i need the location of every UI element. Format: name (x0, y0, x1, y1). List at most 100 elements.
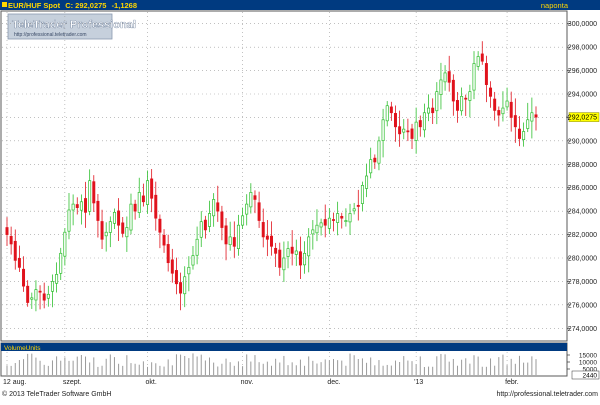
candle-body (46, 293, 50, 299)
y-axis: 300,0000298,0000296,0000294,0000292,0000… (566, 21, 600, 333)
candle-body (369, 159, 373, 174)
candle-body (389, 106, 393, 114)
y-tick-label: 296,0000 (568, 68, 597, 75)
candle-body (141, 195, 145, 203)
chart-window: EUR/HUF Spot C: 292,0275 -1,1268 naponta… (0, 0, 600, 400)
candle-body (278, 249, 282, 268)
candle-body (385, 105, 389, 122)
candle-body (203, 219, 207, 231)
header-symbol: EUR/HUF Spot (8, 1, 61, 10)
candle-body (356, 204, 360, 207)
candle-body (402, 128, 406, 133)
candle-body (447, 71, 451, 83)
candle-body (431, 107, 435, 114)
candle-body (253, 195, 257, 200)
candle-body (22, 268, 26, 287)
volume-panel-titlebar (1, 343, 567, 351)
y-tick-label: 278,0000 (568, 279, 597, 286)
candle-body (150, 178, 154, 199)
candle-body (9, 236, 13, 245)
candle-body (381, 119, 385, 141)
candle-body (410, 128, 414, 139)
candle-body (79, 201, 83, 211)
candle-body (13, 240, 17, 261)
candle-body (249, 192, 253, 208)
candle-body (63, 231, 67, 257)
candle-body (5, 227, 9, 235)
last-value-label: 292,0275 (568, 115, 597, 122)
candle-body (344, 220, 348, 223)
candle-body (443, 72, 447, 83)
candle-body (464, 97, 468, 100)
y-tick-label: 288,0000 (568, 162, 597, 169)
candle-body (50, 281, 54, 292)
candle-body (224, 225, 228, 245)
candle-body (489, 87, 493, 97)
candle-body (84, 198, 88, 213)
candle-body (493, 98, 497, 111)
candle-body (522, 131, 526, 140)
candle-body (75, 204, 79, 208)
candle-body (170, 259, 174, 274)
candle-body (183, 276, 187, 295)
candle-body (505, 100, 509, 108)
candle-body (100, 221, 104, 240)
y-tick-label: 282,0000 (568, 232, 597, 239)
candle-body (530, 112, 534, 122)
candle-body (121, 222, 125, 234)
candle-body (112, 211, 116, 224)
volume-last-label: 2440 (583, 373, 598, 380)
candle-body (166, 244, 170, 264)
candle-body (67, 209, 71, 232)
y-tick-label: 290,0000 (568, 138, 597, 145)
footer-copyright: © 2013 TeleTrader Software GmbH (2, 390, 111, 398)
header-square-icon (2, 2, 7, 7)
candle-body (245, 203, 249, 215)
candle-body (290, 246, 294, 254)
candle-body (257, 202, 261, 221)
candle-body (460, 95, 464, 112)
candle-body (517, 128, 521, 139)
candle-body (501, 107, 505, 115)
y-tick-label: 300,0000 (568, 21, 597, 28)
x-tick-label: febr. (505, 379, 519, 386)
candle-body (497, 110, 501, 116)
x-axis: 12 aug. szept. okt. nov. dec. '13 febr. (3, 379, 519, 386)
watermark-title: TeleTrader Professional (12, 19, 136, 31)
candle-body (55, 274, 59, 284)
candle-body (360, 185, 364, 204)
y-tick-label: 274,0000 (568, 326, 597, 333)
candle-body (88, 180, 92, 212)
candle-body (195, 238, 199, 256)
candle-body (26, 285, 30, 303)
candle-body (352, 208, 356, 212)
candle-body (71, 203, 75, 211)
candle-body (158, 218, 162, 233)
volume-tick-label: 10000 (579, 360, 597, 367)
candle-body (129, 203, 133, 231)
candle-body (108, 221, 112, 233)
candle-body (513, 115, 517, 128)
candle-body (451, 79, 455, 102)
candle-body (241, 215, 245, 226)
candle-body (38, 290, 42, 293)
header-change: -1,1268 (112, 1, 137, 10)
candle-body (418, 120, 422, 128)
candle-body (220, 211, 224, 228)
x-tick-label: dec. (327, 379, 340, 386)
candle-body (340, 215, 344, 219)
candle-body (298, 251, 302, 266)
candle-body (319, 222, 323, 228)
candle-body (327, 217, 331, 229)
candle-body (526, 119, 530, 129)
candle-body (265, 235, 269, 240)
candle-body (216, 202, 220, 212)
candle-body (307, 236, 311, 257)
candle-body (282, 257, 286, 271)
candle-body (174, 270, 178, 285)
candle-body (179, 282, 183, 294)
candle-body (92, 181, 96, 204)
volume-y-axis: 150001000050002440 (567, 353, 600, 380)
x-tick-label: '13 (414, 379, 423, 386)
candle-body (455, 100, 459, 111)
